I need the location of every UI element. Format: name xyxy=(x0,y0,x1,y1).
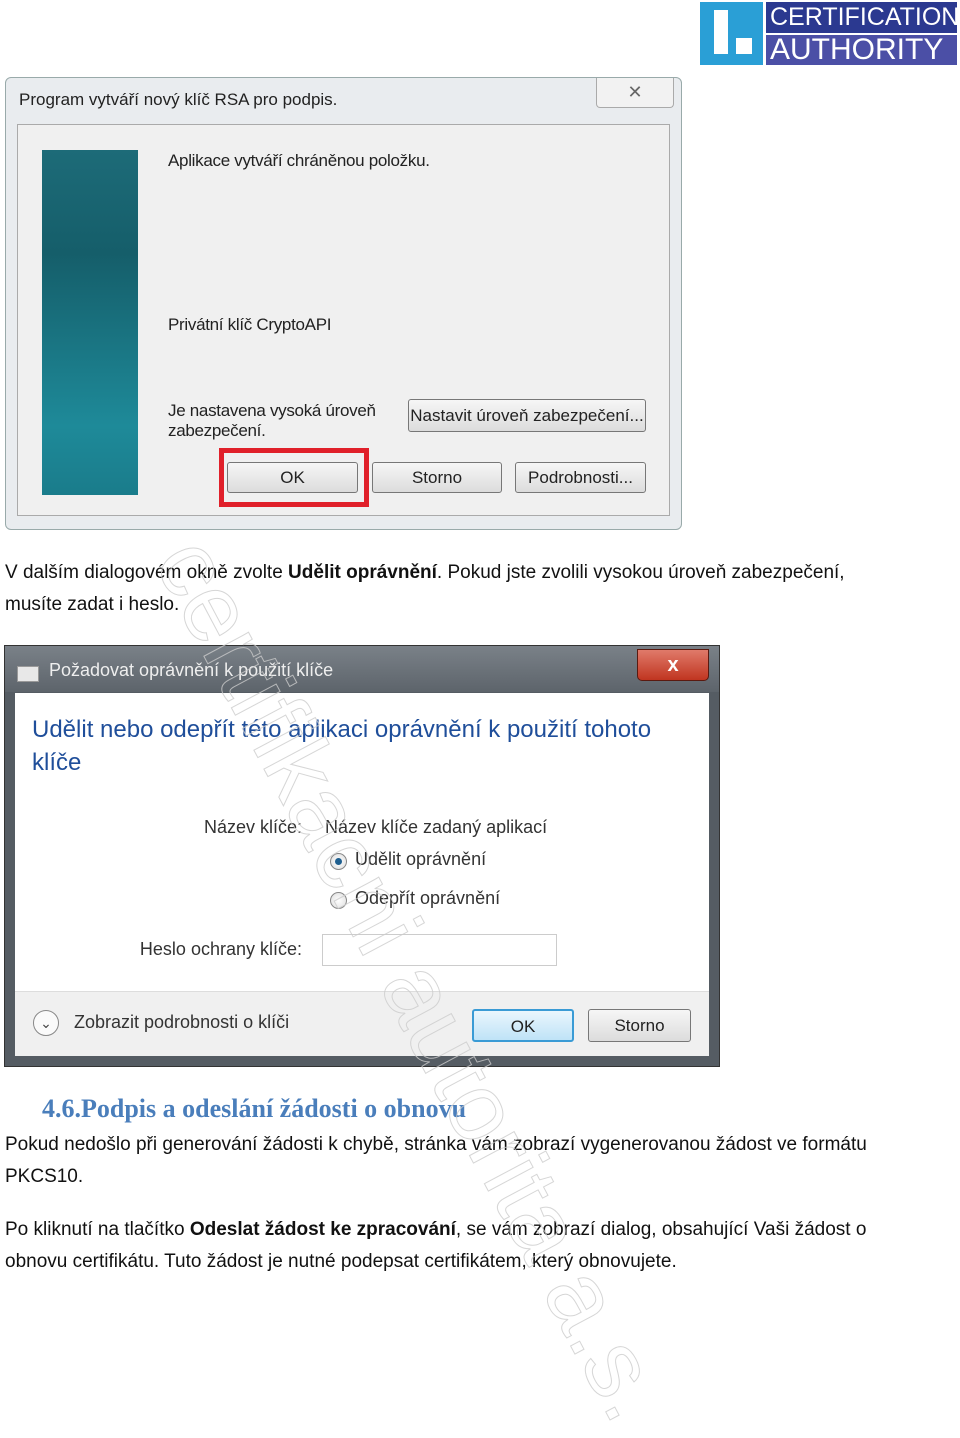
paragraph-3: Po kliknutí na tlačítko Odeslat žádost k… xyxy=(5,1219,867,1272)
cancel-button[interactable]: Storno xyxy=(588,1009,691,1042)
paragraph-2: Pokud nedošlo při generování žádosti k c… xyxy=(5,1134,867,1187)
ok-button[interactable]: OK xyxy=(472,1009,574,1042)
close-button[interactable]: ✕ xyxy=(596,78,674,108)
set-security-level-button[interactable]: Nastavit úroveň zabezpečení... xyxy=(408,399,646,432)
dialog-title: Program vytváří nový klíč RSA pro podpis… xyxy=(19,90,338,109)
section-heading: 4.6.Podpis a odeslání žádosti o obnovu xyxy=(42,1094,467,1123)
dialog-panel: Aplikace vytváří chráněnou položku. Priv… xyxy=(17,124,670,516)
security-level-line2: zabezpečení. xyxy=(168,421,266,440)
dialog-body: Udělit nebo odepřít této aplikaci oprávn… xyxy=(15,693,709,991)
security-level-line1: Je nastavena vysoká úroveň xyxy=(168,401,376,420)
paragraph-1: V dalším dialogovém okně zvolte Udělit o… xyxy=(5,562,845,615)
show-key-details-toggle[interactable]: Zobrazit podrobnosti o klíči xyxy=(74,1012,289,1033)
ok-button[interactable]: OK xyxy=(227,462,358,493)
side-banner xyxy=(42,150,138,495)
key-name-label: Název klíče: xyxy=(203,817,302,837)
dialog-footer: ⌄ Zobrazit podrobnosti o klíči OK Storno xyxy=(15,991,709,1056)
details-button[interactable]: Podrobnosti... xyxy=(515,462,646,493)
rsa-key-dialog: Program vytváří nový klíč RSA pro podpis… xyxy=(5,77,682,530)
close-icon: ✕ xyxy=(627,82,643,102)
grant-permission-emphasis: Udělit oprávnění xyxy=(288,562,437,583)
grant-radio-label[interactable]: Udělit oprávnění xyxy=(355,849,486,870)
cancel-button[interactable]: Storno xyxy=(372,462,502,493)
logo-line2: AUTHORITY xyxy=(766,35,957,65)
grant-radio[interactable] xyxy=(330,853,347,870)
deny-radio-label[interactable]: Odepřít oprávnění xyxy=(355,888,500,909)
deny-radio[interactable] xyxy=(330,892,347,909)
logo-mark xyxy=(700,2,763,65)
logo-line1: CERTIFICATION xyxy=(766,2,959,33)
key-name: Privátní klíč CryptoAPI xyxy=(168,315,332,334)
dialog-heading: Udělit nebo odepřít této aplikaci oprávn… xyxy=(32,716,652,776)
close-button[interactable]: x xyxy=(637,649,709,681)
password-label: Heslo ochrany klíče: xyxy=(139,939,302,959)
password-input[interactable] xyxy=(322,934,557,966)
key-permission-dialog: Požadovat oprávnění k použití klíče x Ud… xyxy=(4,645,720,1067)
certification-authority-logo: CERTIFICATION AUTHORITY xyxy=(700,2,959,65)
dialog-title: Požadovat oprávnění k použití klíče xyxy=(49,660,334,680)
submit-request-emphasis: Odeslat žádost ke zpracování xyxy=(189,1219,456,1240)
key-name-value: Název klíče zadaný aplikací xyxy=(325,817,548,837)
message: Aplikace vytváří chráněnou položku. xyxy=(168,151,430,170)
chevron-down-icon[interactable]: ⌄ xyxy=(33,1010,59,1036)
close-icon: x xyxy=(667,654,679,676)
key-icon xyxy=(17,666,39,682)
